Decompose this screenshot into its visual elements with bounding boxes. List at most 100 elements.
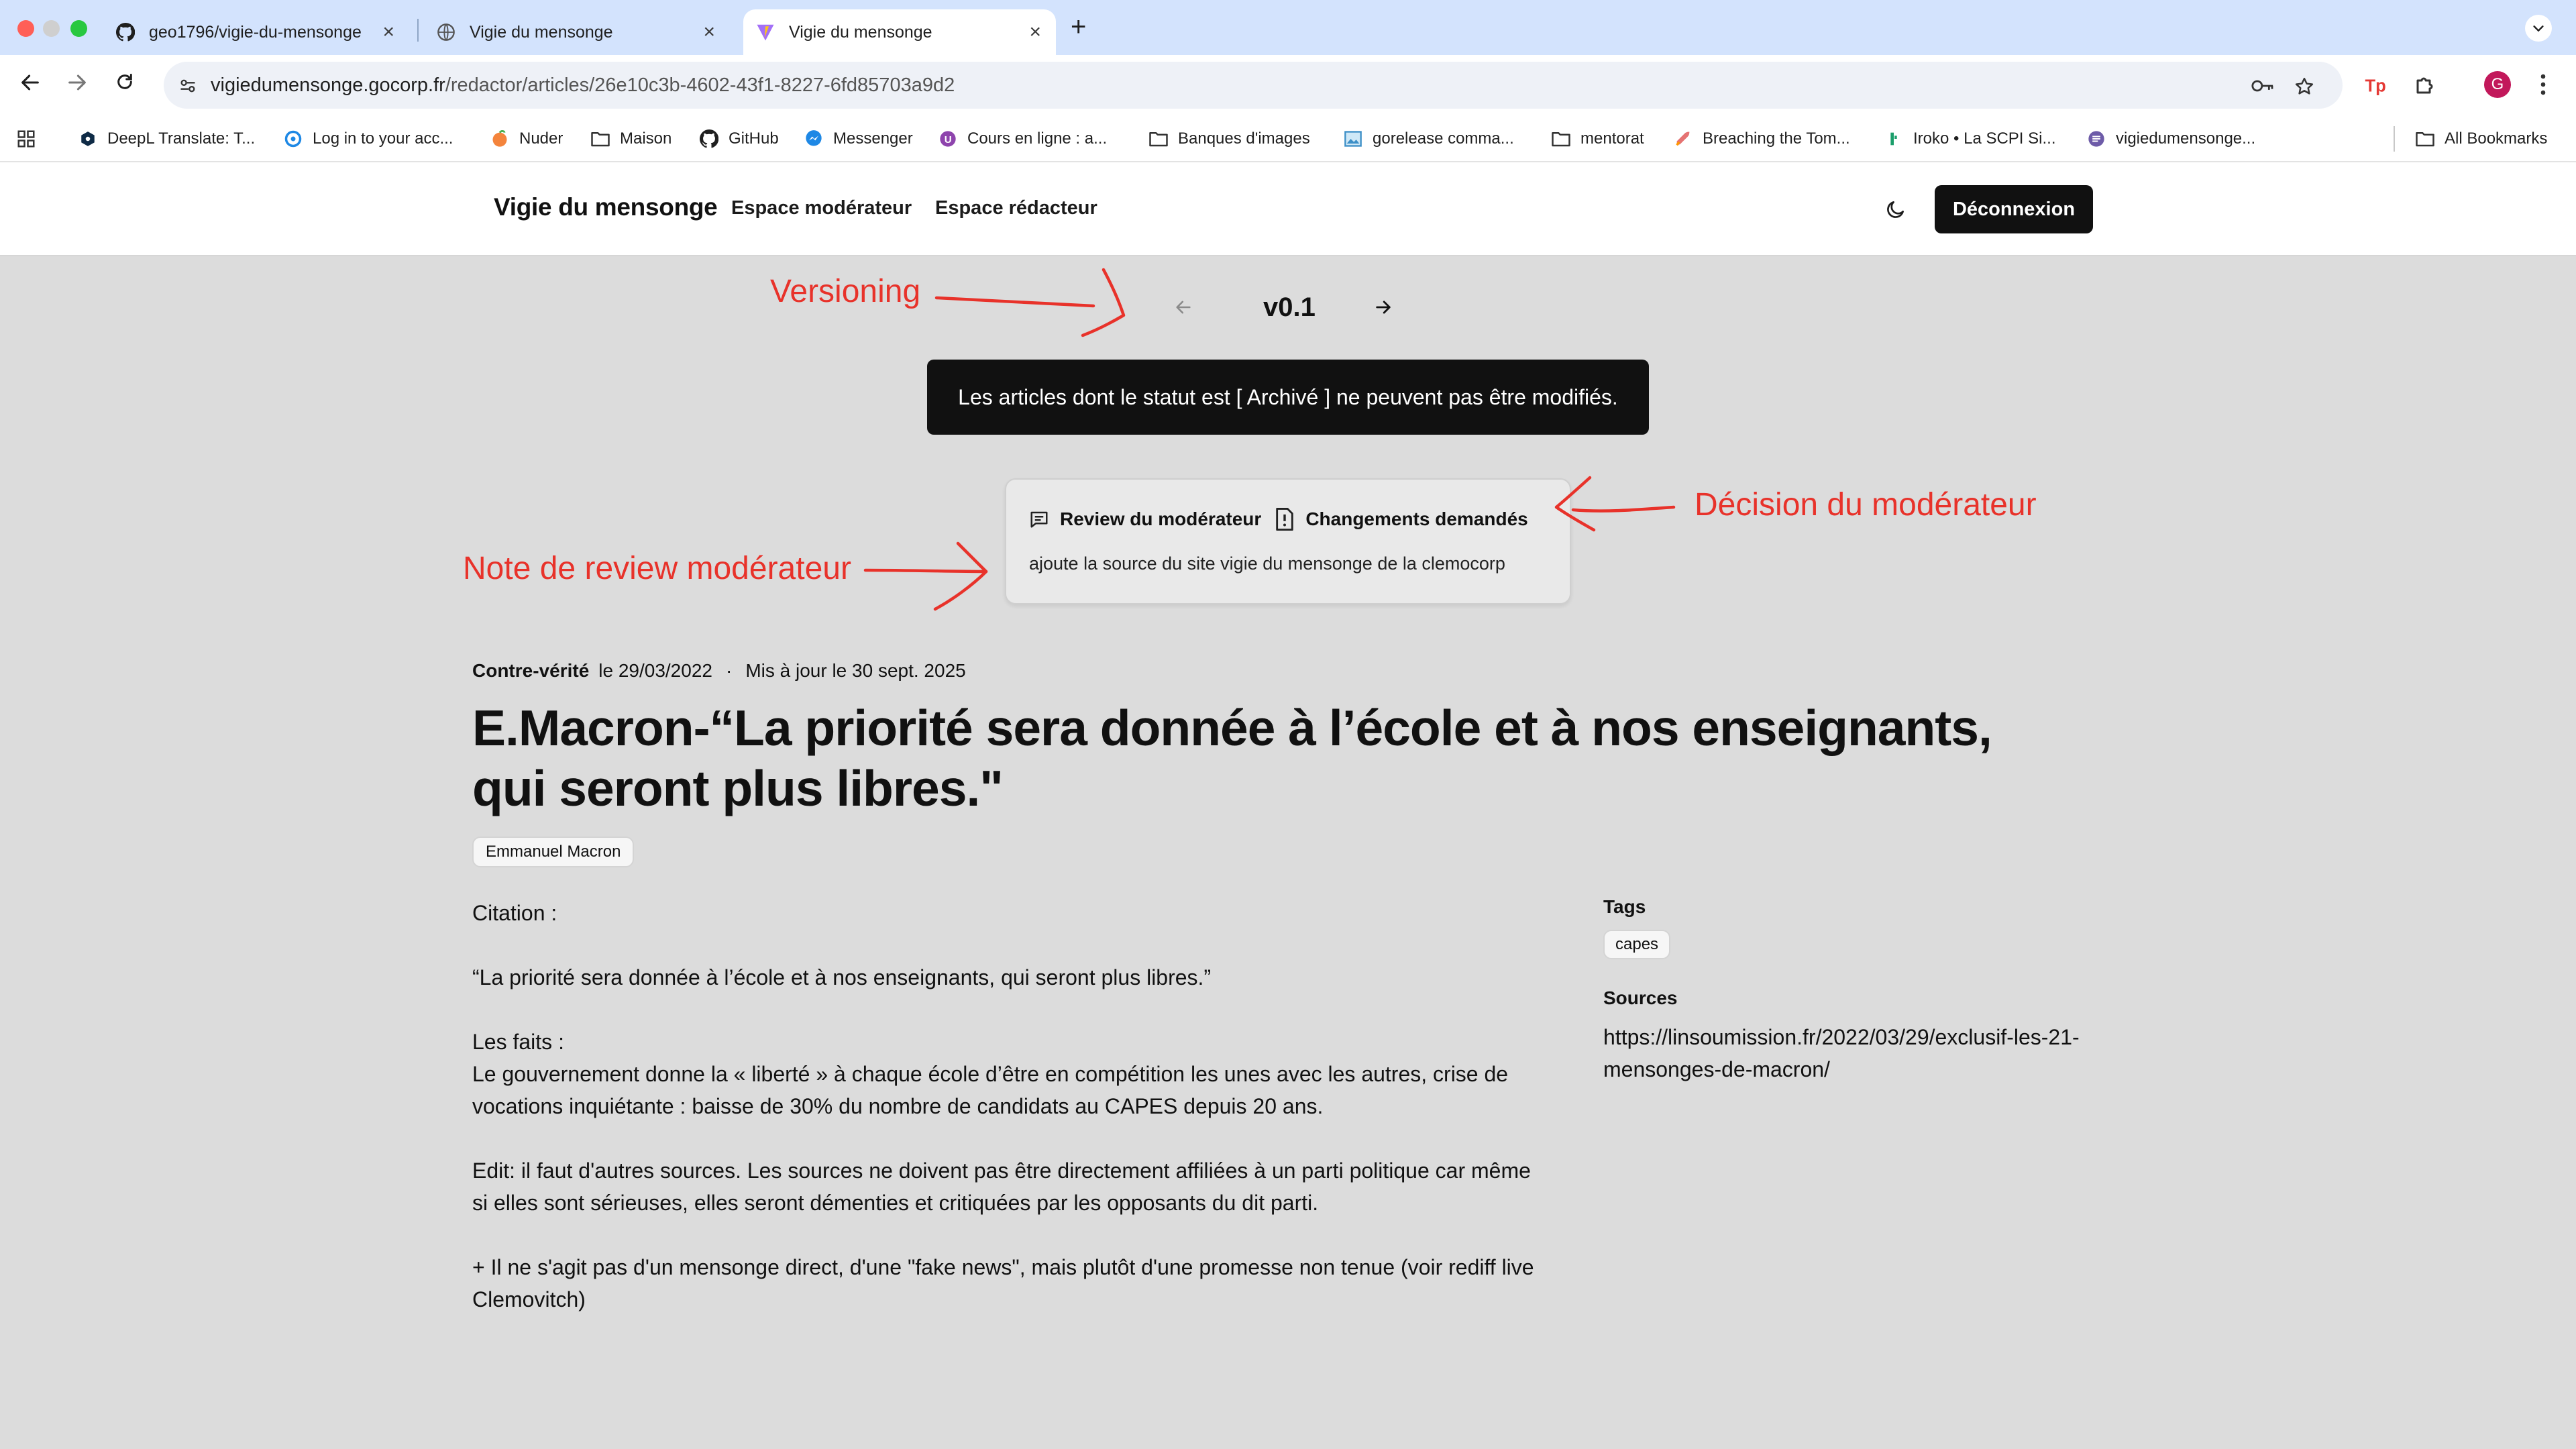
browser-tab[interactable]: geo1796/vigie-du-mensonge × xyxy=(101,9,409,55)
bookmark-item[interactable]: gorelease comma... xyxy=(1343,127,1514,150)
bookmark-item[interactable]: Iroko • La SCPI Si... xyxy=(1884,127,2055,150)
bookmarks-bar: DeepL Translate: T... Log in to your acc… xyxy=(0,115,2576,162)
version-switcher: v0.1 xyxy=(1167,288,1409,329)
window-minimize-button[interactable] xyxy=(43,20,60,37)
bookmark-label: Messenger xyxy=(833,129,913,148)
tab-search-button[interactable] xyxy=(2525,15,2552,42)
forward-button[interactable] xyxy=(66,71,89,99)
profile-avatar[interactable]: G xyxy=(2484,71,2511,98)
file-alert-icon xyxy=(1273,508,1296,531)
bookmark-item[interactable]: Log in to your acc... xyxy=(283,127,453,150)
password-key-icon[interactable] xyxy=(2250,76,2275,99)
article-body: Citation : “La priorité sera donnée à l’… xyxy=(472,897,1546,1348)
kebab-menu-icon[interactable] xyxy=(2538,72,2548,100)
browser-tab[interactable]: Vigie du mensonge × xyxy=(421,9,730,55)
bookmark-item[interactable]: Breaching the Tom... xyxy=(1673,127,1850,150)
bookmark-label: DeepL Translate: T... xyxy=(107,129,256,148)
citation-text: “La priorité sera donnée à l’école et à … xyxy=(472,965,1212,989)
tag-chip[interactable]: capes xyxy=(1603,930,1671,959)
comment-icon xyxy=(1028,508,1051,531)
course-icon: U xyxy=(938,129,958,149)
browser-toolbar: vigiedumensonge.gocorp.fr/redactor/artic… xyxy=(0,55,2576,115)
deepl-icon xyxy=(78,129,98,149)
next-version-button[interactable] xyxy=(1374,297,1393,323)
bookmark-star-icon[interactable] xyxy=(2294,76,2314,100)
peach-icon xyxy=(490,129,510,149)
annotation-decision: Décision du modérateur xyxy=(1695,487,2037,523)
login-icon xyxy=(283,129,303,149)
meta-separator: · xyxy=(725,660,733,681)
bookmark-item[interactable]: DeepL Translate: T... xyxy=(78,127,255,150)
extension-tp-icon[interactable]: Tp xyxy=(2364,72,2388,100)
article-updated: Mis à jour le 30 sept. 2025 xyxy=(745,660,966,681)
arrow-note xyxy=(863,568,988,574)
arrow-right-icon xyxy=(1376,301,1391,314)
close-icon[interactable]: × xyxy=(382,21,394,44)
archived-notice: Les articles dont le statut est [ Archiv… xyxy=(927,360,1649,435)
image-icon xyxy=(1343,129,1363,149)
reload-icon xyxy=(117,73,132,89)
bookmark-label: Maison xyxy=(620,129,672,148)
bookmark-label: Log in to your acc... xyxy=(313,129,453,148)
addendum-note: + Il ne s'agit pas d'un mensonge direct,… xyxy=(472,1255,1534,1311)
arrow-left-icon xyxy=(1176,301,1191,314)
window-close-button[interactable] xyxy=(17,20,34,37)
tags-heading: Tags xyxy=(1603,896,1646,917)
browser-tab-active[interactable]: Vigie du mensonge × xyxy=(743,9,1056,55)
arrow-versioning-head xyxy=(1081,268,1126,337)
bookmark-folder[interactable]: mentorat xyxy=(1551,127,1644,150)
previous-version-button[interactable] xyxy=(1174,297,1193,323)
source-link[interactable]: https://linsoumission.fr/2022/03/29/excl… xyxy=(1603,1021,2140,1085)
folder-icon xyxy=(1148,129,1169,149)
folder-icon xyxy=(1551,129,1571,149)
theme-toggle-button[interactable] xyxy=(1882,196,1909,223)
url-host: vigiedumensonge.gocorp.fr xyxy=(211,74,445,96)
review-header: Review du modérateur Changements demandé… xyxy=(1028,502,1528,536)
all-bookmarks-button[interactable]: All Bookmarks xyxy=(2415,127,2547,150)
globe-icon xyxy=(436,22,456,42)
close-icon[interactable]: × xyxy=(1029,21,1041,44)
reload-button[interactable] xyxy=(114,71,136,98)
close-icon[interactable]: × xyxy=(703,21,715,44)
bookmark-label: vigiedumensonge... xyxy=(2116,129,2256,148)
version-label: v0.1 xyxy=(1263,292,1316,322)
facts-label: Les faits : xyxy=(472,1030,564,1054)
url-path: /redactor/articles/26e10c3b-4602-43f1-82… xyxy=(445,74,955,96)
politician-badge[interactable]: Emmanuel Macron xyxy=(472,837,635,867)
review-note: ajoute la source du site vigie du menson… xyxy=(1029,553,1505,574)
apps-grid-icon[interactable] xyxy=(16,127,36,150)
vite-icon xyxy=(755,22,775,42)
bookmark-folder[interactable]: Maison xyxy=(590,127,672,150)
site-icon xyxy=(2086,129,2106,149)
svg-text:U: U xyxy=(945,134,952,146)
address-bar[interactable]: vigiedumensonge.gocorp.fr/redactor/artic… xyxy=(164,62,2343,109)
new-tab-button[interactable]: + xyxy=(1071,13,1086,40)
messenger-icon xyxy=(804,129,824,149)
bookmark-item[interactable]: Nuder xyxy=(490,127,563,150)
chevron-down-icon xyxy=(2533,25,2544,32)
bookmark-item[interactable]: GitHub xyxy=(699,127,779,150)
extensions-puzzle-icon[interactable] xyxy=(2414,72,2438,100)
bookmark-label: GitHub xyxy=(729,129,779,148)
arrow-right-icon xyxy=(68,74,86,91)
annotation-note: Note de review modérateur xyxy=(463,551,851,586)
window-zoom-button[interactable] xyxy=(70,20,87,37)
tab-separator xyxy=(417,19,419,42)
bookmark-item[interactable]: Messenger xyxy=(804,127,913,150)
article-meta: Contre-vérité le 29/03/2022 · Mis à jour… xyxy=(472,660,966,682)
back-button[interactable] xyxy=(19,71,42,99)
logout-button[interactable]: Déconnexion xyxy=(1935,185,2093,233)
article-sidebar: Tags capes Sources https://linsoumission… xyxy=(1603,896,2140,1085)
bookmark-item[interactable]: vigiedumensonge... xyxy=(2086,127,2255,150)
tab-title: geo1796/vigie-du-mensonge xyxy=(149,22,362,42)
nav-link-redactor[interactable]: Espace rédacteur xyxy=(935,197,1097,219)
bookmark-label: mentorat xyxy=(1580,129,1644,148)
nav-link-moderator[interactable]: Espace modérateur xyxy=(731,197,912,219)
facts-text: Le gouvernement donne la « liberté » à c… xyxy=(472,1062,1509,1118)
bookmark-item[interactable]: U Cours en ligne : a... xyxy=(938,127,1107,150)
site-info-icon[interactable] xyxy=(178,76,197,99)
article-category: Contre-vérité xyxy=(472,660,590,681)
bookmark-label: Breaching the Tom... xyxy=(1703,129,1850,148)
bookmark-folder[interactable]: Banques d'images xyxy=(1148,127,1310,150)
brand-logo-text[interactable]: Vigie du mensonge xyxy=(494,193,718,221)
